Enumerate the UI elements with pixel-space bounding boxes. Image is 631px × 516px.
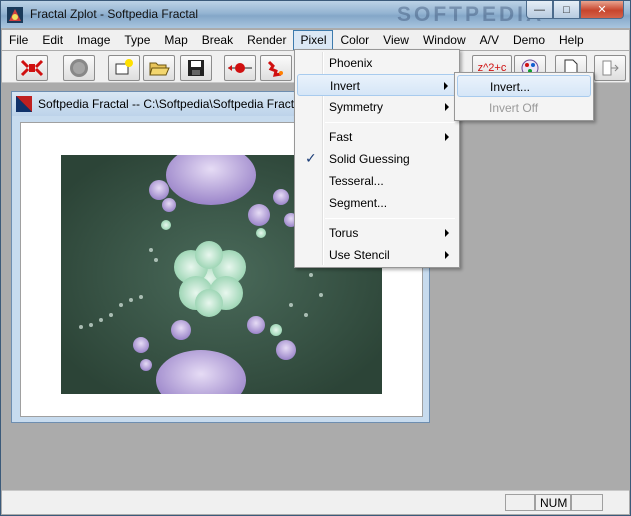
submenu-item-invert[interactable]: Invert... xyxy=(457,75,591,97)
status-cell-empty xyxy=(505,494,535,511)
invert-submenu: Invert... Invert Off xyxy=(454,72,594,121)
app-icon[interactable] xyxy=(7,7,23,23)
dragon-icon[interactable] xyxy=(260,55,292,81)
menu-item-torus[interactable]: Torus xyxy=(297,222,457,244)
child-title: Softpedia Fractal -- C:\Softpedia\Softpe… xyxy=(38,97,304,111)
submenu-arrow-icon xyxy=(444,82,448,90)
menu-av[interactable]: A/V xyxy=(473,30,506,50)
watermark: SOFTPEDIA xyxy=(397,3,545,26)
menu-item-symmetry[interactable]: Symmetry xyxy=(297,96,457,118)
menu-item-segment[interactable]: Segment... xyxy=(297,192,457,214)
export-icon[interactable] xyxy=(594,55,626,81)
menu-bar: File Edit Image Type Map Break Render Pi… xyxy=(2,30,629,50)
menu-edit[interactable]: Edit xyxy=(35,30,70,50)
submenu-arrow-icon xyxy=(445,251,449,259)
menu-view[interactable]: View xyxy=(376,30,416,50)
submenu-arrow-icon xyxy=(445,133,449,141)
submenu-arrow-icon xyxy=(445,229,449,237)
pixel-menu: Phoenix Invert Symmetry Fast ✓ Solid Gue… xyxy=(294,49,460,268)
status-num: NUM xyxy=(535,494,571,511)
menu-color[interactable]: Color xyxy=(333,30,376,50)
menu-pixel[interactable]: Pixel xyxy=(293,30,334,50)
submenu-item-invert-off[interactable]: Invert Off xyxy=(457,97,591,119)
window-title: Fractal Zplot - Softpedia Fractal xyxy=(30,7,199,21)
menu-item-invert[interactable]: Invert xyxy=(297,74,457,96)
status-cell-empty-2 xyxy=(571,494,603,511)
save-floppy-icon[interactable] xyxy=(180,55,212,81)
maximize-button[interactable]: □ xyxy=(553,1,580,19)
minimize-button[interactable]: — xyxy=(526,1,553,19)
menu-file[interactable]: File xyxy=(2,30,35,50)
menu-item-fast[interactable]: Fast xyxy=(297,126,457,148)
zoom-arrows-icon[interactable] xyxy=(16,55,48,81)
menu-break[interactable]: Break xyxy=(195,30,240,50)
sphere-icon[interactable] xyxy=(63,55,95,81)
status-bar: NUM xyxy=(2,490,629,514)
fractal-doc-icon xyxy=(16,96,32,112)
menu-type[interactable]: Type xyxy=(117,30,157,50)
menu-item-phoenix[interactable]: Phoenix xyxy=(297,52,457,74)
title-bar[interactable]: Fractal Zplot - Softpedia Fractal SOFTPE… xyxy=(1,1,630,28)
menu-separator xyxy=(325,218,455,219)
menu-item-solid-guessing[interactable]: ✓ Solid Guessing xyxy=(297,148,457,170)
menu-map[interactable]: Map xyxy=(157,30,194,50)
menu-item-tesseral[interactable]: Tesseral... xyxy=(297,170,457,192)
new-yellow-icon[interactable] xyxy=(108,55,140,81)
submenu-arrow-icon xyxy=(445,103,449,111)
menu-demo[interactable]: Demo xyxy=(506,30,552,50)
close-button[interactable]: ✕ xyxy=(580,1,624,19)
menu-image[interactable]: Image xyxy=(70,30,117,50)
open-folder-icon[interactable] xyxy=(143,55,175,81)
menu-separator xyxy=(325,122,455,123)
red-arrows-icon[interactable] xyxy=(224,55,256,81)
check-icon: ✓ xyxy=(305,150,317,166)
menu-item-use-stencil[interactable]: Use Stencil xyxy=(297,244,457,266)
menu-window[interactable]: Window xyxy=(416,30,473,50)
menu-render[interactable]: Render xyxy=(240,30,293,50)
menu-help[interactable]: Help xyxy=(552,30,591,50)
